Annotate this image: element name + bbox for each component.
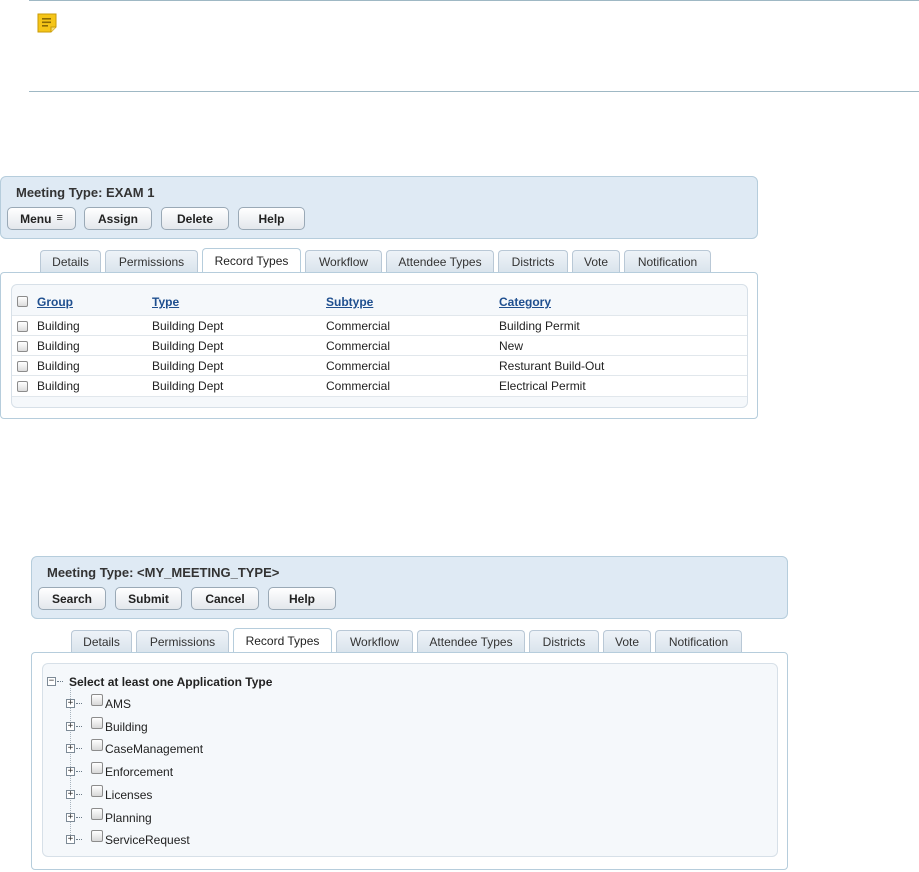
row-checkbox[interactable] (17, 341, 28, 352)
record-types-content: Group Type Subtype Category Building Bui… (0, 272, 758, 419)
tree-expand-icon[interactable]: + (66, 767, 75, 776)
row-checkbox[interactable] (17, 321, 28, 332)
cancel-button[interactable]: Cancel (191, 587, 259, 610)
cell-category: Electrical Permit (499, 379, 586, 393)
tab-notification[interactable]: Notification (655, 630, 742, 653)
table-row: Building Building Dept Commercial Restur… (12, 355, 747, 376)
tree-connector (76, 748, 82, 750)
tree-expand-icon[interactable]: + (66, 699, 75, 708)
tree-connector (57, 681, 63, 683)
tree-item-checkbox[interactable] (91, 694, 103, 706)
tree-item-checkbox[interactable] (91, 808, 103, 820)
table-row: Building Building Dept Commercial Buildi… (12, 315, 747, 336)
tree-expand-icon[interactable]: + (66, 722, 75, 731)
tree-item-label: AMS (105, 697, 132, 711)
tab-record-types[interactable]: Record Types (202, 248, 301, 273)
tree-connector (76, 771, 82, 773)
cell-type: Building Dept (152, 379, 224, 393)
column-header-type[interactable]: Type (152, 295, 179, 309)
assign-button[interactable]: Assign (84, 207, 152, 230)
row-checkbox[interactable] (17, 381, 28, 392)
tree-expand-icon[interactable]: + (66, 835, 75, 844)
tree-item-checkbox[interactable] (91, 739, 103, 751)
row-checkbox[interactable] (17, 361, 28, 372)
tree-item-label: CaseManagement (105, 742, 204, 756)
cell-group: Building (37, 339, 80, 353)
meeting-type-header-panel-2: Meeting Type: <MY_MEETING_TYPE> Search S… (31, 556, 788, 619)
select-all-checkbox[interactable] (17, 296, 28, 307)
cell-category: New (499, 339, 524, 353)
tab-districts[interactable]: Districts (529, 630, 599, 653)
tab-vote[interactable]: Vote (603, 630, 651, 653)
tree-connector (76, 726, 82, 728)
tab-districts[interactable]: Districts (498, 250, 568, 273)
column-header-group[interactable]: Group (37, 295, 73, 309)
tree-root-label: Select at least one Application Type (69, 675, 273, 689)
menu-caret-icon: ≡ (56, 212, 63, 224)
tab-notification[interactable]: Notification (624, 250, 711, 273)
cell-type: Building Dept (152, 339, 224, 353)
note-bottom-rule (29, 91, 919, 92)
tree-expand-icon[interactable]: + (66, 813, 75, 822)
tree-expand-icon[interactable]: + (66, 790, 75, 799)
table-row: Building Building Dept Commercial Electr… (12, 375, 747, 397)
cell-subtype: Commercial (326, 319, 391, 333)
record-types-table: Group Type Subtype Category Building Bui… (11, 284, 748, 408)
tree-item-checkbox[interactable] (91, 830, 103, 842)
cell-subtype: Commercial (326, 359, 391, 373)
cell-subtype: Commercial (326, 339, 391, 353)
tree-item-checkbox[interactable] (91, 717, 103, 729)
table-header-row: Group Type Subtype Category (12, 292, 747, 314)
tab-record-types[interactable]: Record Types (233, 628, 332, 653)
note-icon (37, 13, 57, 33)
help-button[interactable]: Help (238, 207, 305, 230)
cell-type: Building Dept (152, 319, 224, 333)
tree-item-label: Planning (105, 811, 152, 825)
tab-attendee-types[interactable]: Attendee Types (386, 250, 494, 273)
cell-group: Building (37, 379, 80, 393)
cell-group: Building (37, 359, 80, 373)
tab-workflow[interactable]: Workflow (336, 630, 413, 653)
tree-item-checkbox[interactable] (91, 785, 103, 797)
meeting-type-header-panel: Meeting Type: EXAM 1 Menu ≡ Assign Delet… (0, 176, 758, 239)
note-top-rule (29, 0, 919, 1)
tab-details[interactable]: Details (40, 250, 101, 273)
tree-expand-icon[interactable]: + (66, 744, 75, 753)
column-header-subtype[interactable]: Subtype (326, 295, 373, 309)
cell-group: Building (37, 319, 80, 333)
cell-category: Building Permit (499, 319, 580, 333)
tree-collapse-icon[interactable]: − (47, 677, 56, 686)
tab-permissions[interactable]: Permissions (136, 630, 229, 653)
cell-type: Building Dept (152, 359, 224, 373)
tree-connector (76, 703, 82, 705)
tab-attendee-types[interactable]: Attendee Types (417, 630, 525, 653)
menu-button[interactable]: Menu ≡ (7, 207, 76, 230)
panel-title: Meeting Type: EXAM 1 (16, 185, 155, 200)
search-button[interactable]: Search (38, 587, 106, 610)
cell-subtype: Commercial (326, 379, 391, 393)
column-header-category[interactable]: Category (499, 295, 551, 309)
panel-title: Meeting Type: <MY_MEETING_TYPE> (47, 565, 280, 580)
tree-connector (76, 817, 82, 819)
help-button[interactable]: Help (268, 587, 336, 610)
tree-connector (76, 839, 82, 841)
menu-button-label: Menu (20, 211, 52, 226)
tree-connector (76, 794, 82, 796)
tab-vote[interactable]: Vote (572, 250, 620, 273)
tab-details[interactable]: Details (71, 630, 132, 653)
tab-permissions[interactable]: Permissions (105, 250, 198, 273)
submit-button[interactable]: Submit (115, 587, 182, 610)
tree-item-label: Building (105, 720, 148, 734)
tab-workflow[interactable]: Workflow (305, 250, 382, 273)
application-type-tree: − Select at least one Application Type +… (42, 663, 778, 857)
cell-category: Resturant Build-Out (499, 359, 605, 373)
tree-item-checkbox[interactable] (91, 762, 103, 774)
tree-item-label: Licenses (105, 788, 153, 802)
tree-item-label: Enforcement (105, 765, 174, 779)
table-row: Building Building Dept Commercial New (12, 335, 747, 356)
tree-item-label: ServiceRequest (105, 833, 190, 847)
application-type-content: − Select at least one Application Type +… (31, 652, 788, 870)
delete-button[interactable]: Delete (161, 207, 229, 230)
